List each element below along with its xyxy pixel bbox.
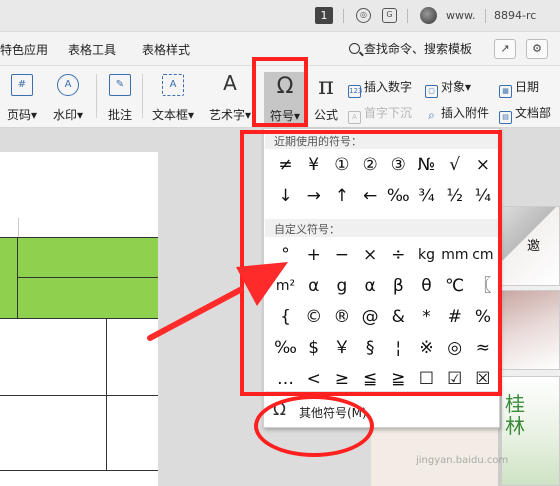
user-id[interactable]: 8894-rc bbox=[494, 9, 536, 22]
calendar-icon: ▦ bbox=[499, 85, 512, 98]
drop-cap-icon: A bbox=[348, 111, 361, 124]
paperclip-icon: ⌕ bbox=[428, 108, 435, 122]
insert-number-icon: 123 bbox=[348, 85, 362, 98]
share-icon[interactable]: G bbox=[382, 8, 397, 23]
template-thumbnails[interactable]: 邀 桂林 bbox=[500, 206, 560, 486]
avatar[interactable] bbox=[420, 7, 437, 24]
watermark-button[interactable]: A 水印▾ bbox=[46, 66, 90, 126]
table-cell[interactable] bbox=[18, 278, 158, 319]
share-button[interactable]: ↗ bbox=[494, 39, 516, 59]
comment-icon: ✎ bbox=[109, 74, 131, 96]
wordart-button[interactable]: A 艺术字▾ bbox=[204, 66, 256, 126]
command-search[interactable]: 查找命令、搜索模板 bbox=[349, 40, 472, 57]
formula-button[interactable]: π 公式 bbox=[311, 66, 341, 126]
highlight-box bbox=[252, 57, 308, 127]
comment-label: 批注 bbox=[107, 108, 132, 122]
date-label: 日期 bbox=[515, 80, 540, 94]
page-number-icon: # bbox=[11, 74, 33, 96]
textbox-icon: A bbox=[162, 74, 184, 96]
textbox-label: 文本框 bbox=[151, 108, 188, 122]
divider bbox=[142, 74, 143, 118]
table-column-line bbox=[106, 319, 107, 395]
divider bbox=[343, 9, 344, 23]
attachment-button[interactable]: ⌕ 插入附件 bbox=[425, 104, 489, 123]
highlight-circle bbox=[254, 395, 374, 457]
watermark-label: 水印 bbox=[52, 108, 77, 122]
doc-part-label: 文档部 bbox=[515, 106, 552, 120]
comment-button[interactable]: ✎ 批注 bbox=[102, 66, 138, 126]
pi-icon: π bbox=[318, 72, 334, 100]
wordart-label: 艺术字 bbox=[208, 108, 245, 122]
insert-number-button[interactable]: 123 插入数字 bbox=[348, 78, 412, 98]
highlight-box bbox=[240, 130, 502, 396]
wordart-icon: A bbox=[223, 71, 237, 95]
thumbnail-art: 桂林 bbox=[505, 392, 525, 438]
object-button[interactable]: ▢ 对象▾ bbox=[425, 78, 471, 98]
document-page[interactable] bbox=[0, 152, 158, 486]
drop-cap-button[interactable]: A 首字下沉 bbox=[348, 104, 412, 124]
search-icon bbox=[349, 43, 360, 54]
user-name[interactable]: www. bbox=[446, 9, 475, 22]
menu-table-styles[interactable]: 表格样式 bbox=[142, 41, 190, 58]
doc-part-button[interactable]: ▤ 文档部 bbox=[499, 104, 551, 124]
table-cell[interactable] bbox=[18, 237, 158, 278]
page-number-button[interactable]: # 页码▾ bbox=[2, 66, 42, 126]
template-thumbnail[interactable] bbox=[500, 290, 560, 370]
menu-featured-apps[interactable]: 特色应用 bbox=[0, 41, 48, 58]
settings-button[interactable]: ⚙ bbox=[526, 39, 548, 59]
object-label: 对象 bbox=[441, 80, 466, 94]
formula-label: 公式 bbox=[313, 108, 338, 122]
thumbnail-art: 邀 bbox=[527, 239, 541, 254]
object-icon: ▢ bbox=[425, 85, 438, 98]
title-bar: 1 ◎ G www. 8894-rc bbox=[0, 0, 560, 32]
date-button[interactable]: ▦ 日期 bbox=[499, 78, 539, 98]
table-cell[interactable] bbox=[0, 237, 18, 319]
window-count-badge[interactable]: 1 bbox=[315, 7, 333, 24]
divider bbox=[407, 9, 408, 23]
insert-number-label: 插入数字 bbox=[364, 80, 413, 94]
watermark-icon: A bbox=[57, 74, 79, 96]
table-row-line bbox=[0, 470, 158, 471]
template-thumbnail[interactable]: 邀 bbox=[500, 206, 560, 286]
template-thumbnail[interactable]: 桂林 bbox=[500, 376, 560, 486]
command-search-label: 查找命令、搜索模板 bbox=[364, 42, 473, 56]
margin-mark bbox=[18, 218, 19, 237]
textbox-button[interactable]: A 文本框▾ bbox=[148, 66, 198, 126]
table-column-line bbox=[106, 395, 107, 470]
menu-table-tools[interactable]: 表格工具 bbox=[68, 41, 116, 58]
page-number-label: 页码 bbox=[6, 108, 31, 122]
table-row-line bbox=[0, 395, 158, 396]
sync-icon[interactable]: ◎ bbox=[356, 8, 371, 23]
drop-cap-label: 首字下沉 bbox=[364, 106, 413, 120]
divider bbox=[485, 9, 486, 23]
doc-part-icon: ▤ bbox=[499, 111, 512, 124]
divider bbox=[96, 74, 97, 118]
watermark: jingyan.baidu.com bbox=[416, 455, 509, 466]
attachment-label: 插入附件 bbox=[441, 106, 490, 120]
